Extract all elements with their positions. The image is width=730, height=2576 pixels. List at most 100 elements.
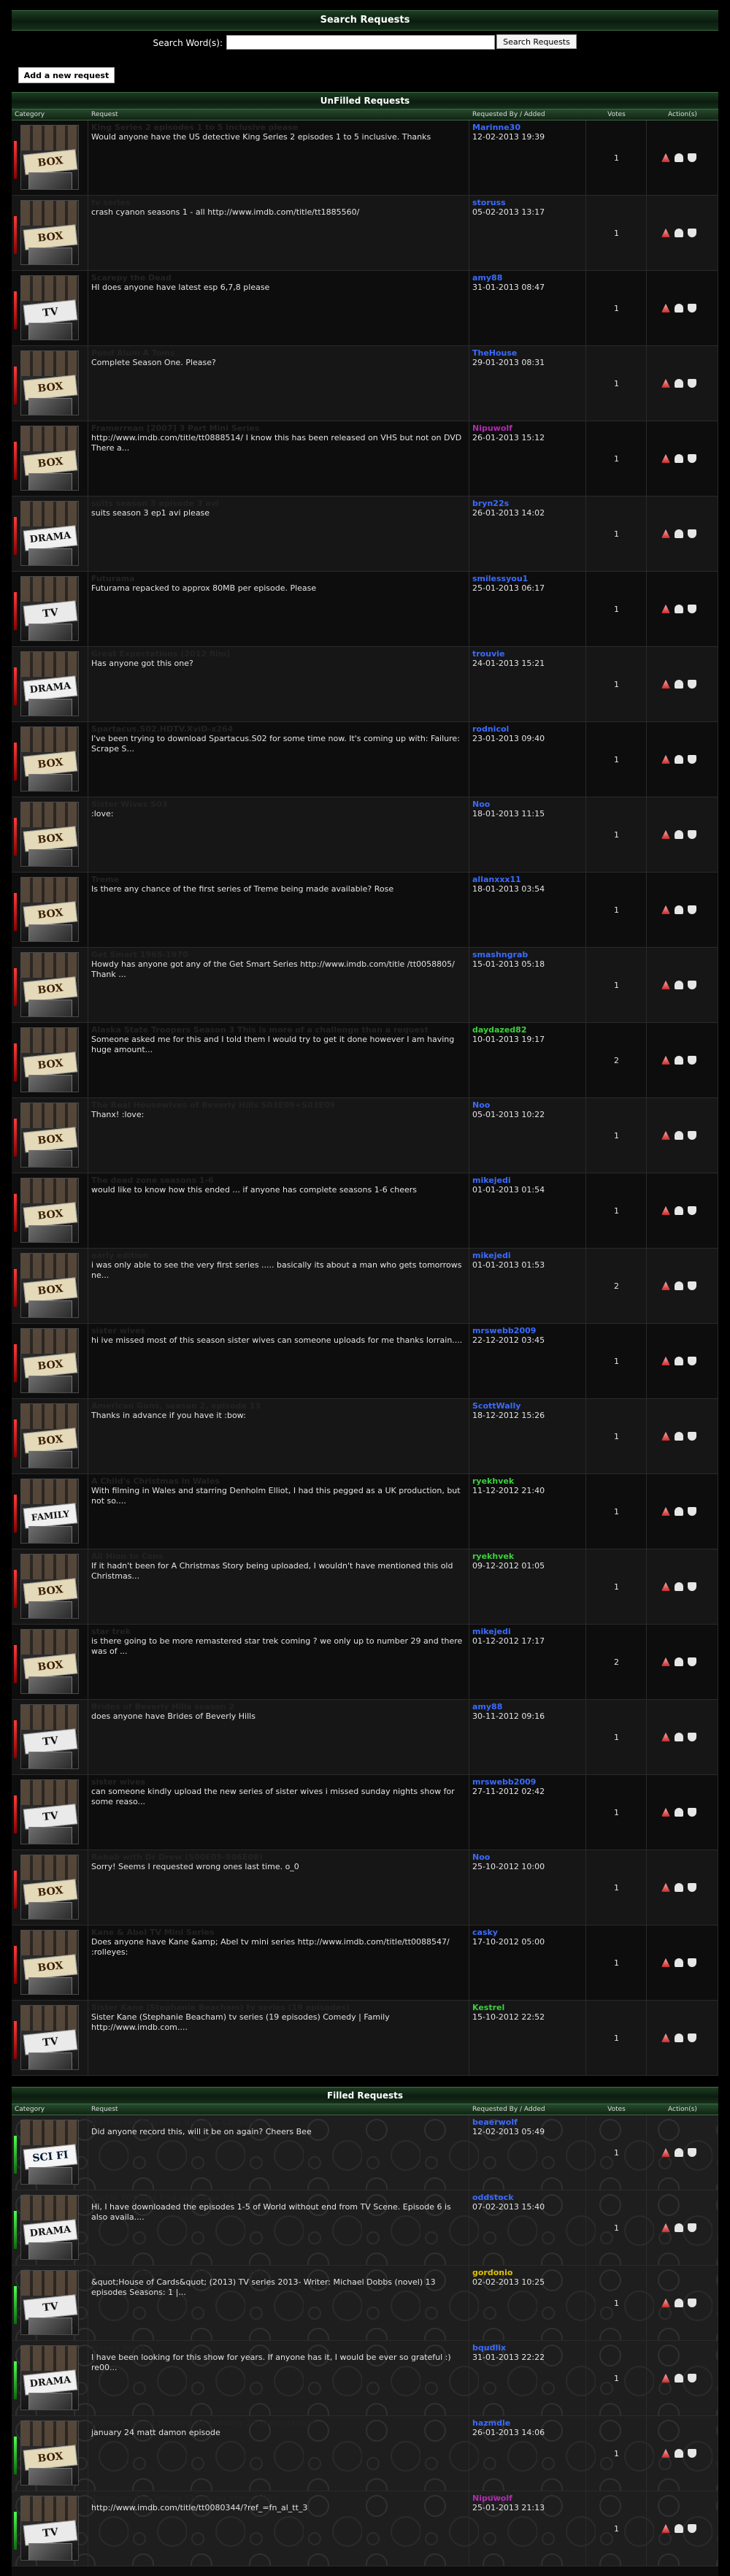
category-image[interactable]: BOX SETS (20, 802, 79, 867)
request-title-link[interactable]: tv series (91, 198, 466, 207)
vote-up-icon[interactable] (675, 1733, 683, 1741)
request-title-link[interactable]: The dead zone seasons 1-6 (91, 1176, 466, 1185)
category-image[interactable]: BOX SETS (20, 350, 79, 415)
requester-username[interactable]: bqudlix (472, 2343, 585, 2353)
requester-username[interactable]: gordonio (472, 2268, 585, 2277)
vote-up-icon[interactable] (675, 1357, 683, 1365)
fill-request-icon[interactable] (688, 2524, 696, 2533)
vote-up-icon[interactable] (675, 1883, 683, 1892)
requester-username[interactable]: casky (472, 1928, 585, 1937)
requester-username[interactable]: Noo (472, 1100, 585, 1110)
vote-up-icon[interactable] (675, 1582, 683, 1591)
report-icon[interactable] (661, 1657, 670, 1666)
fill-request-icon[interactable] (688, 2148, 696, 2157)
report-icon[interactable] (661, 2374, 670, 2383)
requester-username[interactable]: ryekhvek (472, 1552, 585, 1561)
fill-request-icon[interactable] (688, 379, 696, 388)
category-image[interactable]: DRAMA (20, 651, 79, 716)
report-icon[interactable] (661, 830, 670, 839)
fill-request-icon[interactable] (688, 2299, 696, 2307)
fill-request-icon[interactable] (688, 1432, 696, 1441)
request-title-link[interactable]: Scarepy the Dead (91, 273, 466, 283)
request-title-link[interactable]: star trek (91, 1627, 466, 1636)
request-title-link[interactable]: Alaska State Troopers Season 3 This is m… (91, 1025, 466, 1035)
fill-request-icon[interactable] (688, 1357, 696, 1365)
requester-username[interactable]: Nipuwolf (472, 423, 585, 433)
report-icon[interactable] (661, 529, 670, 538)
fill-request-icon[interactable] (688, 454, 696, 463)
report-icon[interactable] (661, 2524, 670, 2533)
request-title-link[interactable]: sister wives (91, 1777, 466, 1787)
requester-username[interactable]: hazmdle (472, 2418, 585, 2428)
category-image[interactable]: TV SERIES (20, 576, 79, 641)
requester-username[interactable]: amy88 (472, 1702, 585, 1711)
report-icon[interactable] (661, 1808, 670, 1817)
vote-up-icon[interactable] (675, 454, 683, 463)
vote-up-icon[interactable] (675, 680, 683, 689)
request-title-link[interactable]: Spartacus.S02.HDTV.XviD-x264 (91, 724, 466, 734)
request-title-link[interactable]: Brides of Beverly Hills season 2 (91, 1702, 466, 1711)
fill-request-icon[interactable] (688, 1206, 696, 1215)
fill-request-icon[interactable] (688, 1507, 696, 1516)
fill-request-icon[interactable] (688, 2223, 696, 2232)
fill-request-icon[interactable] (688, 153, 696, 162)
requester-username[interactable]: mrswebb2009 (472, 1326, 585, 1335)
fill-request-icon[interactable] (688, 605, 696, 613)
request-title-link[interactable]: Pond Alum A Toms (91, 348, 466, 358)
requester-username[interactable]: storuss (472, 198, 585, 207)
add-request-button[interactable]: Add a new request (18, 67, 115, 83)
requester-username[interactable]: daydazed82 (472, 1025, 585, 1035)
vote-up-icon[interactable] (675, 1281, 683, 1290)
report-icon[interactable] (661, 153, 670, 162)
category-image[interactable]: TV SERIES (20, 1779, 79, 1844)
vote-up-icon[interactable] (675, 1056, 683, 1065)
fill-request-icon[interactable] (688, 529, 696, 538)
report-icon[interactable] (661, 2223, 670, 2232)
vote-up-icon[interactable] (675, 1131, 683, 1140)
category-image[interactable]: BOX SETS (20, 1403, 79, 1468)
request-title-link[interactable]: Battlestar Galactica Blood & Chrome (91, 2117, 466, 2127)
search-input[interactable] (226, 35, 495, 50)
category-image[interactable]: BOX SETS (20, 1629, 79, 1694)
fill-request-icon[interactable] (688, 1131, 696, 1140)
fill-request-icon[interactable] (688, 1808, 696, 1817)
report-icon[interactable] (661, 1432, 670, 1441)
vote-up-icon[interactable] (675, 755, 683, 764)
requester-username[interactable]: ScottWally (472, 1401, 585, 1411)
report-icon[interactable] (661, 1131, 670, 1140)
vote-up-icon[interactable] (675, 304, 683, 313)
vote-up-icon[interactable] (675, 2449, 683, 2458)
fill-request-icon[interactable] (688, 2374, 696, 2383)
report-icon[interactable] (661, 2033, 670, 2042)
vote-up-icon[interactable] (675, 2299, 683, 2307)
report-icon[interactable] (661, 1958, 670, 1967)
report-icon[interactable] (661, 981, 670, 989)
fill-request-icon[interactable] (688, 981, 696, 989)
request-title-link[interactable]: Alcatraz: The Whole Shocking Story 1980 (91, 2493, 466, 2503)
fill-request-icon[interactable] (688, 1958, 696, 1967)
requester-username[interactable]: mikejedi (472, 1627, 585, 1636)
request-title-link[interactable]: Kane & Abel TV Mini Series (91, 1928, 466, 1937)
request-title-link[interactable]: American Guns, season 2, episode 13 (91, 1401, 466, 1411)
requester-username[interactable]: trouvie (472, 649, 585, 659)
vote-up-icon[interactable] (675, 2374, 683, 2383)
requester-username[interactable]: bryn22s (472, 499, 585, 508)
requester-username[interactable]: mikejedi (472, 1176, 585, 1185)
requester-username[interactable]: beaerwolf (472, 2117, 585, 2127)
vote-up-icon[interactable] (675, 2033, 683, 2042)
vote-up-icon[interactable] (675, 1808, 683, 1817)
report-icon[interactable] (661, 1582, 670, 1591)
request-title-link[interactable]: All Hion to Cons (91, 1552, 466, 1561)
request-title-link[interactable]: Rehab with Dr Drew (S00E05-S06E08) (91, 1852, 466, 1862)
category-image[interactable]: DRAMA (20, 2345, 79, 2410)
category-image[interactable]: BOX SETS (20, 952, 79, 1017)
requester-username[interactable]: rodnicol (472, 724, 585, 734)
vote-up-icon[interactable] (675, 830, 683, 839)
vote-up-icon[interactable] (675, 981, 683, 989)
category-image[interactable]: SCI FI (20, 2120, 79, 2185)
request-title-link[interactable]: Jimmy kimmel January 24 January 25 matt … (91, 2418, 466, 2428)
category-image[interactable]: DRAMA (20, 501, 79, 566)
report-icon[interactable] (661, 1281, 670, 1290)
vote-up-icon[interactable] (675, 1432, 683, 1441)
report-icon[interactable] (661, 1357, 670, 1365)
